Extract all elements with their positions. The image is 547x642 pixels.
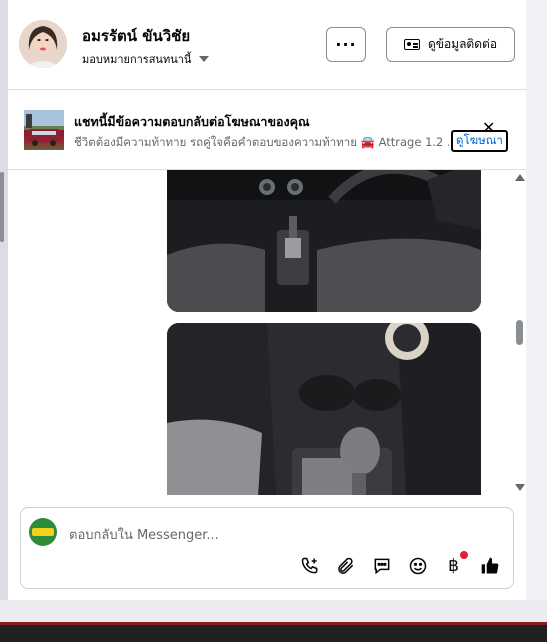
ad-thumbnail[interactable] — [24, 110, 64, 150]
scroll-down-icon[interactable] — [515, 484, 525, 491]
saved-reply-icon[interactable] — [370, 554, 393, 577]
more-options-label: ··· — [335, 35, 357, 54]
assign-label: มอบหมายการสนทนานี้ — [82, 53, 192, 66]
reply-input[interactable]: ตอบกลับใน Messenger... — [69, 524, 219, 545]
attachment-icon[interactable] — [334, 554, 357, 577]
outer-scrollbar-thumb[interactable] — [0, 172, 4, 242]
notification-dot — [460, 551, 468, 559]
ad-banner-title: แชทนี้มีข้อความตอบกลับต่อโฆษณาของคุณ — [74, 114, 310, 129]
conversation-header: อมรรัตน์ ขันวิชัย มอบหมายการสนทนานี้ ···… — [8, 0, 526, 90]
emoji-icon[interactable] — [406, 554, 429, 577]
outer-scrollbar[interactable] — [0, 0, 8, 600]
page-name[interactable]: อมรรัตน์ ขันวิชัย — [82, 24, 190, 48]
reply-composer: ตอบกลับใน Messenger... ฿ — [20, 507, 514, 589]
right-side-strip — [526, 0, 547, 600]
view-ad-link[interactable]: ดูโฆษณา — [451, 130, 508, 152]
more-options-button[interactable]: ··· — [326, 27, 366, 62]
baht-symbol: ฿ — [448, 555, 459, 576]
view-contact-button[interactable]: ดูข้อมูลติดต่อ — [386, 27, 515, 62]
contact-card-icon — [403, 39, 420, 50]
taskbar — [0, 622, 547, 642]
car-interior-photo[interactable] — [167, 170, 481, 312]
message-scrollbar-thumb[interactable] — [516, 320, 523, 345]
caret-down-icon — [199, 56, 210, 62]
scroll-up-icon[interactable] — [515, 174, 525, 181]
conversation-panel: อมรรัตน์ ขันวิชัย มอบหมายการสนทนานี้ ···… — [8, 0, 526, 600]
close-icon[interactable]: ✕ — [482, 118, 495, 137]
baht-payment-icon[interactable]: ฿ — [442, 551, 468, 577]
assign-conversation-dropdown[interactable]: มอบหมายการสนทนานี้ — [82, 50, 210, 68]
add-call-icon[interactable] — [298, 554, 321, 577]
view-contact-label: ดูข้อมูลติดต่อ — [427, 37, 498, 51]
message-thread[interactable] — [8, 170, 526, 495]
gear-shifter-photo[interactable] — [167, 323, 481, 495]
avatar[interactable] — [19, 20, 67, 68]
like-icon[interactable] — [478, 554, 501, 577]
taskbar-accent — [0, 622, 547, 625]
message-scrollbar[interactable] — [513, 170, 526, 495]
ad-reply-banner: แชทนี้มีข้อความตอบกลับต่อโฆษณาของคุณ ชีว… — [8, 90, 526, 170]
ad-banner-description: ชีวิตต้องมีความท้าทาย รถคู่ใจคือคำตอบของ… — [74, 135, 449, 149]
composer-toolbar: ฿ — [298, 551, 501, 577]
page-avatar — [29, 518, 57, 546]
